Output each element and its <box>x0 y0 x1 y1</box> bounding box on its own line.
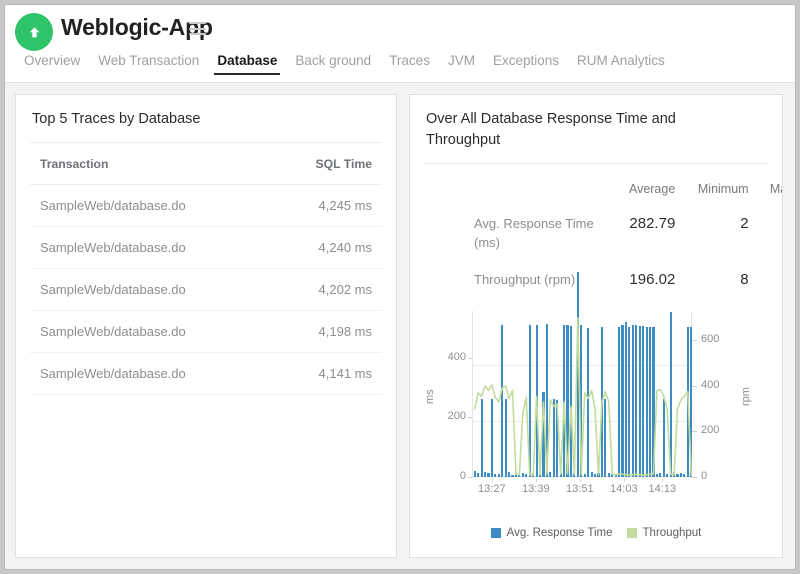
table-row[interactable]: SampleWeb/database.do 4,202 ms <box>30 269 382 311</box>
chart-y2-tickmark <box>692 477 697 478</box>
chart-x-tickmark <box>492 478 493 482</box>
app-header: Weblogic-App Overview Web Transaction Da… <box>5 5 795 83</box>
tab-background[interactable]: Back ground <box>286 53 380 75</box>
summary-stats-wrap: Average Minimum Maximum Avg. Response Ti… <box>410 164 782 299</box>
top-traces-panel-title: Top 5 Traces by Database <box>16 95 396 130</box>
table-row[interactable]: SampleWeb/database.do 4,198 ms <box>30 311 382 353</box>
chart-line-series-throughput <box>473 311 693 477</box>
chart-plot-area <box>472 311 692 477</box>
chart-y2-tick-label: 600 <box>701 333 735 345</box>
stats-throughput-average: 196.02 <box>600 262 675 299</box>
chart-y2-tick-label: 200 <box>701 424 735 436</box>
up-arrow-circle-icon <box>15 13 53 51</box>
legend-item-avg-response-time[interactable]: Avg. Response Time <box>491 527 613 539</box>
top-traces-table: Transaction SQL Time SampleWeb/database.… <box>30 143 382 395</box>
stats-row: Avg. Response Time (ms) 282.79 2 556 <box>424 206 782 262</box>
application-window: Weblogic-App Overview Web Transaction Da… <box>4 4 796 570</box>
chart-y-tick-label: 0 <box>432 470 466 482</box>
column-header-sql-time[interactable]: SQL Time <box>271 143 382 185</box>
tab-traces[interactable]: Traces <box>380 53 439 75</box>
tab-overview[interactable]: Overview <box>15 53 89 75</box>
cell-sql-time: 4,245 ms <box>271 185 382 227</box>
legend-label-avg-response-time: Avg. Response Time <box>507 527 613 539</box>
column-header-transaction[interactable]: Transaction <box>30 143 271 185</box>
legend-swatch-avg-response-time <box>491 528 501 538</box>
response-throughput-chart: ms rpm 0 200 400 0 200 400 600 13:2713:3913:5… <box>410 305 782 555</box>
tab-database[interactable]: Database <box>208 53 286 75</box>
column-header-maximum: Maximum <box>749 172 782 206</box>
overall-db-panel-title: Over All Database Response Time and Thro… <box>410 95 782 151</box>
cell-sql-time: 4,202 ms <box>271 269 382 311</box>
overall-db-response-panel: Over All Database Response Time and Thro… <box>409 94 783 558</box>
chart-x-tick-label: 13:39 <box>514 483 558 495</box>
chart-x-tickmark <box>662 478 663 482</box>
cell-transaction: SampleWeb/database.do <box>30 185 271 227</box>
stats-avg-response-time-average: 282.79 <box>600 206 675 262</box>
stats-header-blank <box>424 172 600 206</box>
stats-row: Throughput (rpm) 196.02 8 706 <box>424 262 782 299</box>
chart-x-tick-label: 14:03 <box>602 483 646 495</box>
hamburger-menu-icon[interactable] <box>189 22 206 35</box>
summary-stats-table: Average Minimum Maximum Avg. Response Ti… <box>424 172 782 299</box>
legend-item-throughput[interactable]: Throughput <box>627 527 702 539</box>
chart-x-tickmark <box>536 478 537 482</box>
stats-avg-response-time-maximum: 556 <box>749 206 782 262</box>
chart-y2-tick-label: 400 <box>701 379 735 391</box>
table-row[interactable]: SampleWeb/database.do 4,245 ms <box>30 185 382 227</box>
chart-x-tick-label: 13:51 <box>558 483 602 495</box>
chart-y-tick-label: 400 <box>432 351 466 363</box>
chart-x-tick-label: 14:13 <box>640 483 684 495</box>
chart-y-axis-title: ms <box>424 389 436 404</box>
chart-y-tick-label: 200 <box>432 410 466 422</box>
chart-y-tickmark <box>468 477 473 478</box>
cell-sql-time: 4,240 ms <box>271 227 382 269</box>
chart-x-tick-label: 13:27 <box>470 483 514 495</box>
tab-jvm[interactable]: JVM <box>439 53 484 75</box>
stats-label-avg-response-time: Avg. Response Time (ms) <box>424 206 600 262</box>
chart-x-tickmark <box>580 478 581 482</box>
tab-exceptions[interactable]: Exceptions <box>484 53 568 75</box>
tab-web-transaction[interactable]: Web Transaction <box>89 53 208 75</box>
cell-sql-time: 4,198 ms <box>271 311 382 353</box>
table-header-row: Transaction SQL Time <box>30 143 382 185</box>
dashboard-content: Top 5 Traces by Database Transaction SQL… <box>5 83 795 570</box>
main-tab-bar: Overview Web Transaction Database Back g… <box>15 53 674 75</box>
cell-transaction: SampleWeb/database.do <box>30 227 271 269</box>
stats-header-row: Average Minimum Maximum <box>424 172 782 206</box>
legend-swatch-throughput <box>627 528 637 538</box>
chart-y2-tick-label: 0 <box>701 470 735 482</box>
chart-legend: Avg. Response Time Throughput <box>410 527 782 539</box>
stats-throughput-maximum: 706 <box>749 262 782 299</box>
stats-avg-response-time-minimum: 2 <box>675 206 748 262</box>
stats-label-throughput: Throughput (rpm) <box>424 262 600 299</box>
top-traces-panel: Top 5 Traces by Database Transaction SQL… <box>15 94 397 558</box>
chart-y2-axis-title: rpm <box>740 387 752 406</box>
cell-transaction: SampleWeb/database.do <box>30 269 271 311</box>
table-row[interactable]: SampleWeb/database.do 4,141 ms <box>30 353 382 395</box>
stats-throughput-minimum: 8 <box>675 262 748 299</box>
column-header-average: Average <box>600 172 675 206</box>
cell-transaction: SampleWeb/database.do <box>30 311 271 353</box>
chart-x-tickmark <box>624 478 625 482</box>
cell-transaction: SampleWeb/database.do <box>30 353 271 395</box>
legend-label-throughput: Throughput <box>643 527 702 539</box>
column-header-minimum: Minimum <box>675 172 748 206</box>
tab-rum-analytics[interactable]: RUM Analytics <box>568 53 674 75</box>
cell-sql-time: 4,141 ms <box>271 353 382 395</box>
table-row[interactable]: SampleWeb/database.do 4,240 ms <box>30 227 382 269</box>
